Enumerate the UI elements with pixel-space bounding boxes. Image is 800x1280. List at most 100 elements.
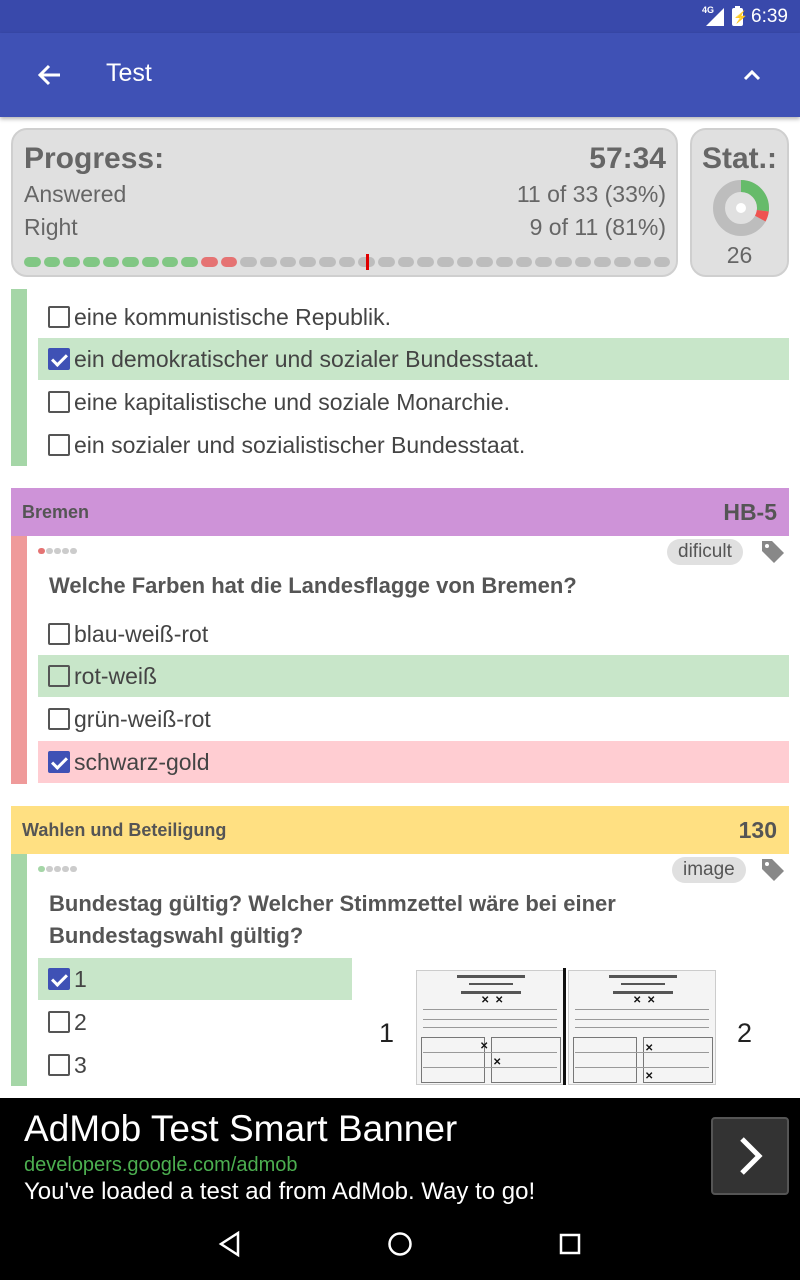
- progress-segment: [299, 257, 317, 267]
- image-label: 1: [379, 1018, 395, 1048]
- battery-icon: ⚡: [732, 5, 748, 26]
- tag-chip[interactable]: image: [672, 857, 746, 883]
- page-title: Test: [106, 59, 152, 87]
- progress-segment: [594, 257, 612, 267]
- nav-recents-icon[interactable]: [554, 1228, 586, 1260]
- answer-option[interactable]: ein sozialer und sozialistischer Bundess…: [38, 424, 789, 466]
- category-header: Wahlen und Beteiligung 130: [11, 806, 789, 854]
- progress-segment: [358, 254, 376, 270]
- checkbox[interactable]: [48, 968, 70, 990]
- answer-option[interactable]: grün-weiß-rot: [38, 698, 789, 740]
- tag-icon[interactable]: [760, 539, 786, 565]
- difficulty-dots: [38, 548, 77, 554]
- progress-segment-bar: [24, 254, 671, 270]
- checkbox[interactable]: [48, 751, 70, 773]
- ad-text: You've loaded a test ad from AdMob. Way …: [24, 1178, 536, 1205]
- progress-segment: [653, 257, 671, 267]
- right-label: Right: [24, 214, 78, 240]
- arrow-back-icon[interactable]: [30, 55, 70, 95]
- checkbox[interactable]: [48, 1054, 70, 1076]
- question-status-bar: [11, 289, 27, 466]
- progress-segment: [122, 257, 140, 267]
- answer-option[interactable]: ein demokratischer und sozialer Bundesst…: [38, 338, 789, 380]
- progress-title: Progress:: [24, 142, 165, 175]
- progress-segment: [83, 257, 100, 267]
- app-bar: Test: [0, 33, 800, 117]
- question-text: Bundestag gültig? Welcher Stimmzettel wä…: [49, 891, 616, 948]
- checkbox[interactable]: [48, 665, 70, 687]
- timer: 57:34: [589, 142, 666, 175]
- answer-option[interactable]: eine kapitalistische und soziale Monarch…: [38, 381, 789, 423]
- progress-segment: [515, 257, 533, 267]
- ad-url[interactable]: developers.google.com/admob: [24, 1154, 298, 1177]
- stat-title: Stat.:: [702, 142, 777, 175]
- checkbox[interactable]: [48, 391, 70, 413]
- progress-segment: [417, 257, 435, 267]
- progress-segment: [142, 257, 159, 267]
- answer-option[interactable]: schwarz-gold: [38, 741, 789, 783]
- nav-back-icon[interactable]: [214, 1228, 246, 1260]
- checkbox[interactable]: [48, 306, 70, 328]
- progress-segment: [161, 257, 179, 267]
- system-nav-bar: [0, 1208, 800, 1280]
- ad-title: AdMob Test Smart Banner: [24, 1108, 458, 1149]
- question-id: 130: [738, 816, 777, 843]
- question-id: HB-5: [723, 498, 777, 525]
- checkbox[interactable]: [48, 623, 70, 645]
- image-label: 2: [737, 1018, 753, 1048]
- progress-segment: [397, 257, 415, 267]
- progress-segment: [24, 257, 41, 267]
- progress-segment: [240, 257, 258, 267]
- progress-segment: [633, 257, 651, 267]
- checkbox[interactable]: [48, 348, 70, 370]
- right-value: 9 of 11 (81%): [529, 214, 666, 240]
- progress-segment: [43, 257, 61, 267]
- question-status-bar: [11, 854, 27, 1086]
- image-divider: [563, 968, 566, 1085]
- answer-option[interactable]: blau-weiß-rot: [38, 613, 789, 655]
- stat-value: 26: [726, 242, 753, 268]
- ballot-paper-1: ✕ ✕ ✕ ✕: [416, 970, 564, 1085]
- progress-segment: [181, 257, 199, 267]
- tag-chip[interactable]: dificult: [667, 539, 743, 565]
- progress-segment: [260, 257, 277, 267]
- category-name: Bremen: [22, 501, 90, 522]
- ballot-image: 1 ✕ ✕ ✕ ✕ ✕ ✕ ✕ ✕ 2: [373, 960, 769, 1085]
- answer-option[interactable]: 1: [38, 958, 352, 1000]
- category-name: Wahlen und Beteiligung: [22, 819, 227, 840]
- difficulty-dots: [38, 866, 77, 872]
- answer-option[interactable]: eine kommunistische Republik.: [38, 296, 789, 338]
- tag-icon[interactable]: [760, 857, 786, 883]
- progress-segment: [220, 257, 238, 267]
- answered-label: Answered: [24, 181, 127, 207]
- progress-card: Progress: 57:34 Answered 11 of 33 (33%) …: [11, 128, 678, 277]
- answer-option[interactable]: 3: [38, 1044, 352, 1086]
- signal-icon: 4G: [702, 5, 725, 26]
- ad-open-button[interactable]: [711, 1117, 789, 1195]
- checkbox[interactable]: [48, 708, 70, 730]
- progress-segment: [437, 257, 454, 267]
- progress-segment: [319, 257, 336, 267]
- stat-card[interactable]: Stat.: 26: [690, 128, 789, 277]
- progress-segment: [102, 257, 120, 267]
- question-status-bar: [11, 536, 27, 784]
- nav-home-icon[interactable]: [384, 1228, 416, 1260]
- progress-segment: [614, 257, 631, 267]
- progress-segment: [555, 257, 572, 267]
- ballot-paper-2: ✕ ✕ ✕ ✕: [568, 970, 716, 1085]
- answer-option[interactable]: 2: [38, 1001, 352, 1043]
- checkbox[interactable]: [48, 1011, 70, 1033]
- progress-segment: [279, 257, 297, 267]
- status-time: 6:39: [751, 5, 788, 27]
- donut-wrong-segment: [754, 209, 769, 222]
- ad-banner[interactable]: AdMob Test Smart Banner developers.googl…: [0, 1098, 800, 1208]
- progress-segment: [456, 257, 474, 267]
- status-bar: 4G ⚡ 6:39: [0, 0, 800, 33]
- chevron-up-icon[interactable]: [732, 55, 772, 95]
- answered-value: 11 of 33 (33%): [516, 181, 666, 207]
- chevron-right-icon: [740, 1137, 763, 1175]
- answer-option[interactable]: rot-weiß: [38, 655, 789, 697]
- progress-segment: [535, 257, 553, 267]
- category-header: Bremen HB-5: [11, 488, 789, 536]
- checkbox[interactable]: [48, 434, 70, 456]
